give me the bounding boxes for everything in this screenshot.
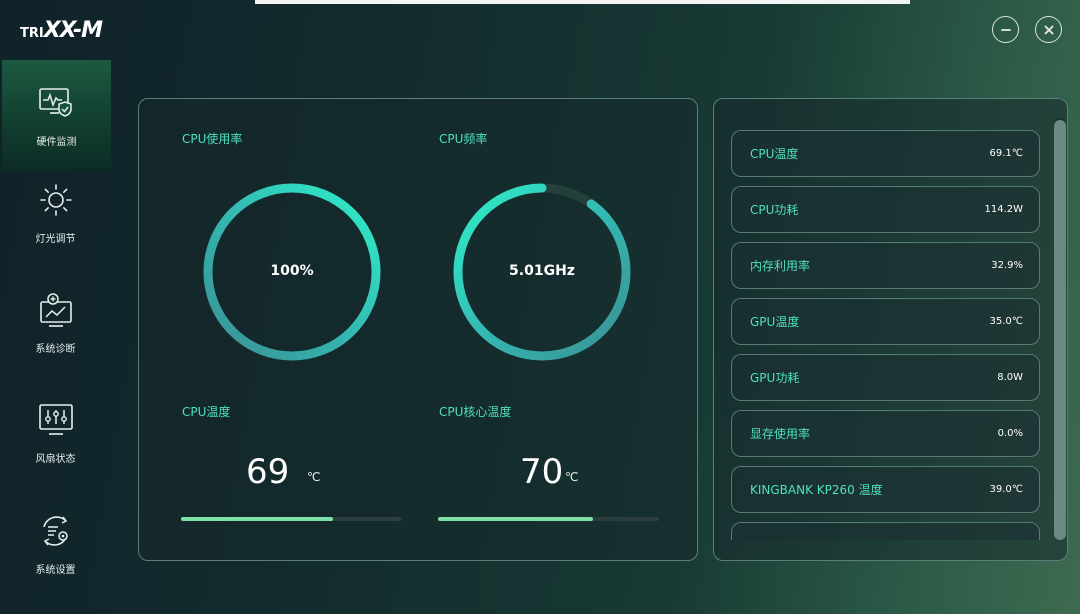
- hardware-monitor-icon: [38, 87, 72, 117]
- stat-row-cpu-power: CPU功耗 114.2W: [731, 186, 1040, 233]
- app-window: TRIXX-M 硬件监测 灯光调节 系统诊断 风扇状态 系统设置 CPU使用率 …: [0, 0, 1080, 614]
- stat-row-gpu-power: GPU功耗 8.0W: [731, 354, 1040, 401]
- sidebar-item-label: 灯光调节: [35, 233, 76, 245]
- stat-label: KINGBANK KP260 温度: [750, 483, 883, 497]
- sidebar-item-hardware-monitor[interactable]: 硬件监测: [2, 60, 111, 170]
- stat-label: 内存利用率: [750, 259, 811, 273]
- logo-text: XX-M: [43, 18, 103, 43]
- cpu-frequency-title: CPU频率: [439, 132, 488, 146]
- diagnosis-icon: [39, 292, 72, 327]
- stat-value: 39.0℃: [989, 484, 1024, 495]
- cpu-usage-title: CPU使用率: [182, 132, 243, 146]
- titlebar: TRIXX-M: [0, 0, 1080, 60]
- close-icon: [1044, 25, 1053, 34]
- stat-row-partial: [731, 522, 1040, 540]
- stat-label: 显存使用率: [750, 427, 811, 441]
- stat-value: 0.0%: [997, 428, 1023, 439]
- cpu-frequency-value: 5.01GHz: [509, 263, 575, 279]
- stat-value: 32.9%: [991, 260, 1023, 271]
- sun-icon: [39, 183, 72, 216]
- sidebar-item-lighting[interactable]: 灯光调节: [0, 157, 111, 267]
- stat-row-cpu-temperature: CPU温度 69.1℃: [731, 130, 1040, 177]
- stat-label: GPU温度: [750, 315, 800, 329]
- sidebar: 硬件监测 灯光调节 系统诊断 风扇状态 系统设置: [0, 60, 111, 614]
- cpu-temperature-bar: [181, 517, 402, 521]
- stat-row-memory-usage: 内存利用率 32.9%: [731, 242, 1040, 289]
- cpu-core-temperature-bar-fill: [438, 517, 593, 521]
- minimize-button[interactable]: [992, 16, 1019, 43]
- sidebar-item-label: 风扇状态: [35, 453, 76, 465]
- cpu-temperature-unit: ℃: [307, 470, 321, 484]
- stat-value: 114.2W: [984, 204, 1023, 215]
- sidebar-item-label: 系统设置: [35, 564, 76, 576]
- stats-scrollbar-thumb[interactable]: [1054, 120, 1066, 540]
- cpu-usage-value: 100%: [270, 263, 314, 279]
- stat-row-ssd-temperature: KINGBANK KP260 温度 39.0℃: [731, 466, 1040, 513]
- stat-label: CPU功耗: [750, 203, 799, 217]
- stat-value: 69.1℃: [989, 148, 1024, 159]
- settings-icon: [42, 515, 68, 546]
- sidebar-item-label: 系统诊断: [35, 343, 76, 355]
- stats-list[interactable]: CPU温度 69.1℃ CPU功耗 114.2W 内存利用率 32.9% GPU…: [731, 130, 1041, 540]
- stat-label: GPU功耗: [750, 371, 800, 385]
- stat-row-gpu-temperature: GPU温度 35.0℃: [731, 298, 1040, 345]
- close-button[interactable]: [1035, 16, 1062, 43]
- stat-row-vram-usage: 显存使用率 0.0%: [731, 410, 1040, 457]
- cpu-core-temperature-title: CPU核心温度: [439, 405, 512, 419]
- logo-prefix: TRI: [20, 26, 44, 41]
- stat-value: 8.0W: [997, 372, 1023, 383]
- cpu-temperature-bar-fill: [181, 517, 334, 521]
- sidebar-item-settings[interactable]: 系统设置: [0, 488, 111, 598]
- cpu-temperature-value: 69: [246, 452, 290, 492]
- fan-status-icon: [38, 403, 73, 435]
- stat-value: 35.0℃: [989, 316, 1024, 327]
- brand-logo: TRIXX-M: [20, 18, 103, 43]
- stat-label: CPU温度: [750, 147, 799, 161]
- cpu-core-temperature-bar: [438, 517, 659, 521]
- sidebar-item-fan-status[interactable]: 风扇状态: [0, 377, 111, 487]
- cpu-core-temperature-value: 70: [520, 452, 564, 492]
- cpu-core-temperature-unit: ℃: [565, 470, 579, 484]
- cpu-temperature-title: CPU温度: [182, 405, 231, 419]
- sidebar-item-label: 硬件监测: [36, 136, 77, 148]
- sidebar-item-diagnosis[interactable]: 系统诊断: [0, 267, 111, 377]
- minimize-icon: [1000, 28, 1011, 31]
